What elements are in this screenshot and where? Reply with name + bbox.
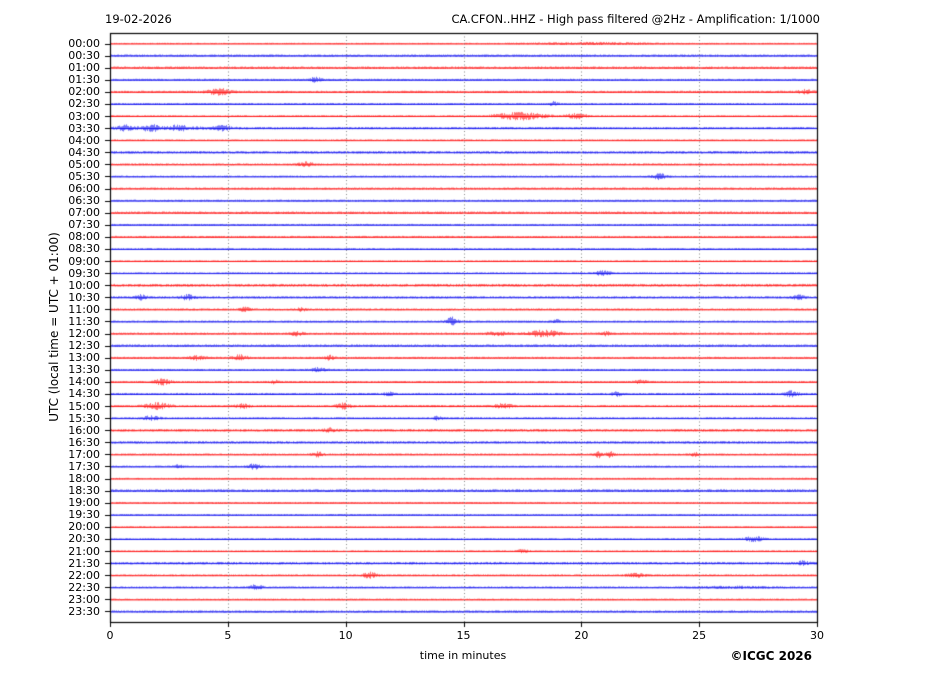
- y-tick-label: 09:30: [68, 266, 100, 280]
- y-tick-label: 00:00: [68, 37, 100, 50]
- y-tick-label: 20:30: [68, 532, 100, 546]
- y-tick-label: 16:30: [68, 435, 100, 449]
- y-tick-label: 05:30: [68, 169, 100, 183]
- y-tick-label: 12:30: [68, 339, 100, 353]
- y-tick-label: 02:00: [68, 85, 100, 99]
- y-tick-label: 15:30: [68, 411, 100, 425]
- y-tick-label: 17:00: [68, 447, 100, 461]
- x-tick-label: 5: [224, 629, 232, 642]
- y-tick-label: 13:30: [68, 363, 100, 377]
- y-tick-label: 03:30: [68, 121, 100, 135]
- copyright-label: ©ICGC 2026: [730, 649, 812, 663]
- y-tick-label: 04:00: [68, 133, 100, 147]
- x-tick-label: 25: [692, 629, 707, 642]
- y-tick-label: 06:00: [68, 182, 100, 196]
- date-label: 19-02-2026: [105, 12, 172, 26]
- x-tick-label: 15: [456, 629, 471, 642]
- helicorder-page: { "header": { "date": "19-02-2026", "tit…: [0, 0, 927, 696]
- y-tick-label: 14:00: [68, 375, 100, 389]
- helicorder-canvas: [0, 0, 927, 696]
- y-tick-label: 13:00: [68, 351, 100, 365]
- y-tick-label: 11:00: [68, 302, 100, 316]
- y-tick-label: 08:30: [68, 242, 100, 256]
- y-tick-label: 14:30: [68, 387, 100, 401]
- y-tick-label: 06:30: [68, 194, 100, 208]
- y-tick-label: 01:00: [68, 61, 100, 75]
- y-tick-label: 09:00: [68, 254, 100, 268]
- x-tick-label: 0: [106, 629, 114, 642]
- y-tick-label: 10:30: [68, 290, 100, 304]
- x-tick-label: 10: [338, 629, 353, 642]
- y-tick-label: 18:00: [68, 472, 100, 486]
- y-tick-label: 11:30: [68, 314, 100, 328]
- y-tick-label: 15:00: [68, 399, 100, 413]
- y-tick-label: 23:30: [68, 604, 100, 618]
- y-tick-label: 01:30: [68, 73, 100, 87]
- y-tick-label: 10:00: [68, 278, 100, 292]
- x-tick-label: 30: [810, 629, 824, 642]
- y-tick-label: 16:00: [68, 423, 100, 437]
- x-tick-label: 20: [574, 629, 589, 642]
- y-tick-label: 21:00: [68, 544, 100, 558]
- y-tick-label: 07:30: [68, 218, 100, 232]
- y-tick-label: 05:00: [68, 157, 100, 171]
- y-tick-label: 22:30: [68, 580, 100, 594]
- y-tick-label: 21:30: [68, 556, 100, 570]
- y-tick-label: 20:00: [68, 520, 100, 534]
- y-tick-label: 07:00: [68, 206, 100, 220]
- y-tick-label: 18:30: [68, 484, 100, 498]
- y-tick-label: 17:30: [68, 459, 100, 473]
- y-tick-label: 19:00: [68, 496, 100, 510]
- y-tick-label: 23:00: [68, 592, 100, 606]
- y-tick-label: 02:30: [68, 97, 100, 111]
- y-tick-label: 00:30: [68, 49, 100, 63]
- y-tick-label: 03:00: [68, 109, 100, 123]
- y-tick-label: 08:00: [68, 230, 100, 244]
- y-tick-label: 12:00: [68, 327, 100, 341]
- y-tick-label: 22:00: [68, 568, 100, 582]
- y-tick-label: 19:30: [68, 508, 100, 522]
- x-axis-label: time in minutes: [419, 649, 507, 662]
- y-tick-label: 04:30: [68, 145, 100, 159]
- plot-title: CA.CFON..HHZ - High pass filtered @2Hz -…: [451, 12, 820, 26]
